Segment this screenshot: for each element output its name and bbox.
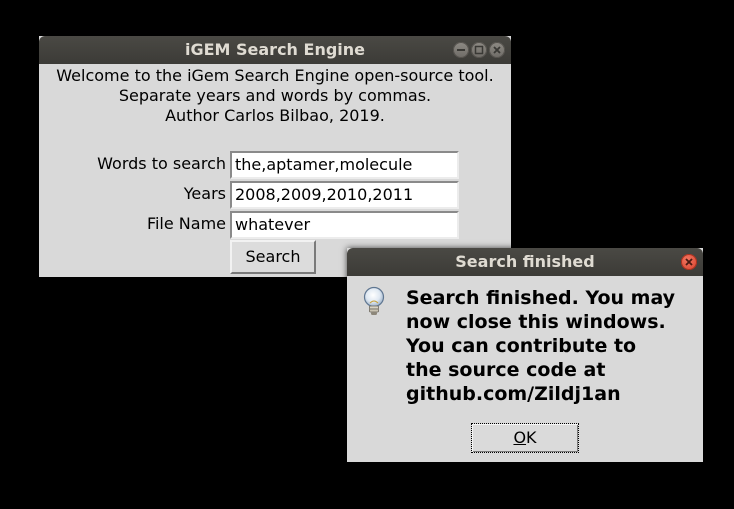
search-finished-dialog: Search finished Search finished. You may… [347,248,703,462]
file-name-label: File Name [146,214,226,233]
file-name-input[interactable]: whatever [230,211,459,239]
dialog-title: Search finished [455,252,595,271]
years-label: Years [183,184,226,203]
intro-line: Separate years and words by commas. [118,86,432,105]
message-line: You can contribute to [406,335,637,357]
message-line: github.com/Zildj1an [406,383,621,405]
dialog-titlebar[interactable]: Search finished [347,248,703,276]
message-line: Search finished. You may [406,287,676,309]
dialog-body: Search finished. You may now close this … [347,276,703,462]
words-label: Words to search [97,154,226,173]
years-input[interactable]: 2008,2009,2010,2011 [230,181,459,209]
main-window: iGEM Search Engine Welcome to the iGem S… [39,36,511,277]
maximize-icon[interactable] [471,42,487,58]
main-window-title: iGEM Search Engine [184,40,366,59]
message-line: now close this windows. [406,311,666,333]
close-icon[interactable] [681,254,697,270]
dialog-message: Search finished. You may now close this … [406,286,698,406]
lightbulb-icon [361,286,387,322]
words-input[interactable]: the,aptamer,molecule [230,151,459,179]
ok-button[interactable]: OK [471,423,579,453]
search-button[interactable]: Search [230,240,316,274]
ok-mnemonic: O [513,428,527,447]
main-body: Welcome to the iGem Search Engine open-s… [39,64,511,277]
intro-text: Welcome to the iGem Search Engine open-s… [39,66,511,126]
message-line: the source code at [406,359,606,381]
intro-line: Welcome to the iGem Search Engine open-s… [56,66,494,85]
intro-line: Author Carlos Bilbao, 2019. [165,106,385,125]
minimize-icon[interactable] [453,42,469,58]
close-icon[interactable] [489,42,505,58]
main-titlebar[interactable]: iGEM Search Engine [39,36,511,64]
ok-label-rest: K [526,428,537,447]
